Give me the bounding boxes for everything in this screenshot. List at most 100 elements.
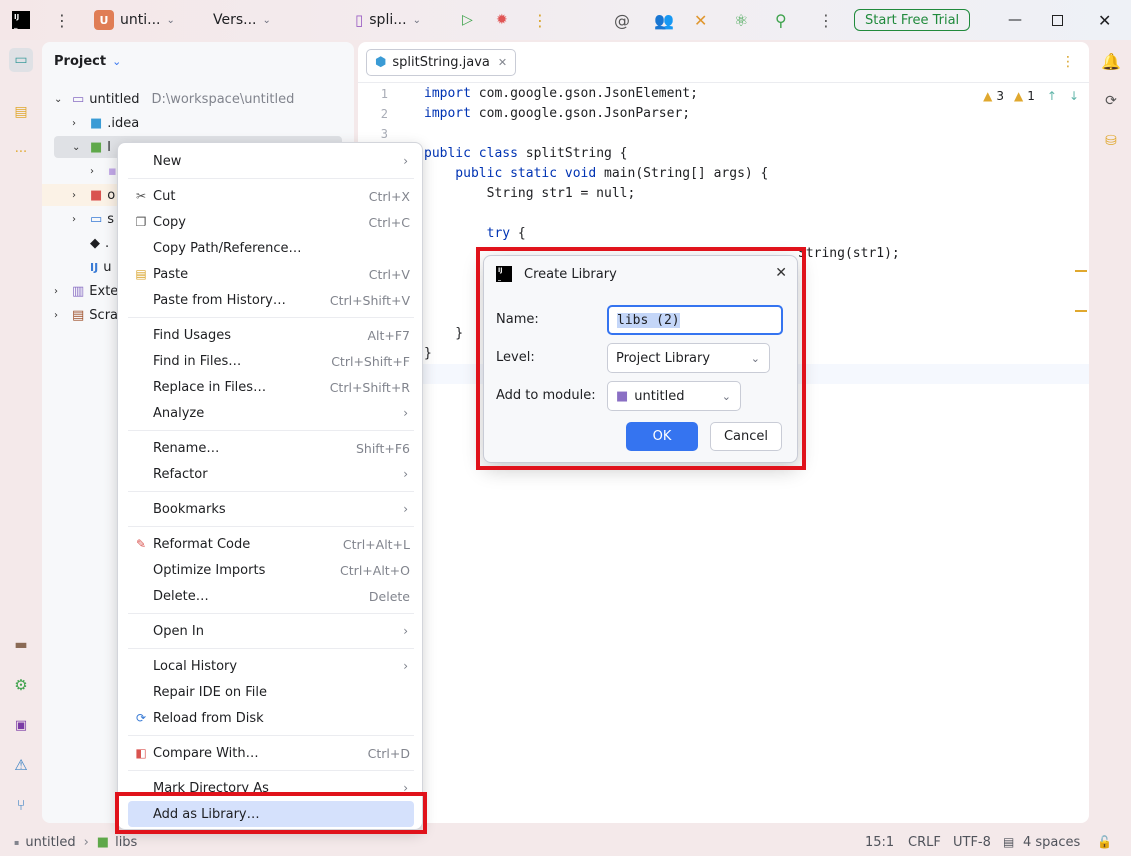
menu-item-delete[interactable]: Delete… Delete	[128, 583, 414, 609]
menu-item-repair-ide[interactable]: Repair IDE on File	[128, 679, 414, 705]
warning-marker[interactable]	[1075, 270, 1087, 272]
menu-shortcut: Ctrl+Alt+L	[342, 536, 410, 552]
database-icon[interactable]: ⛁	[1099, 129, 1123, 153]
left-tool-strip: ▭ ▤ ··· ▬ ⚙ ▣ ⚠ ⑂	[0, 40, 41, 828]
more-tools-icon[interactable]: ···	[9, 140, 33, 164]
project-switcher[interactable]: U unti... ⌄	[94, 0, 175, 40]
menu-item-optimize-imports[interactable]: Optimize Imports Ctrl+Alt+O	[128, 557, 414, 583]
menu-label: Paste from History…	[153, 292, 286, 308]
app-logo-icon[interactable]: IJ _	[12, 0, 30, 40]
code-line[interactable]: }	[424, 326, 463, 341]
warning-marker[interactable]	[1075, 310, 1087, 312]
tree-row-iml[interactable]: IJ u	[90, 255, 111, 279]
menu-item-local-history[interactable]: Local History ›	[128, 653, 414, 679]
code-line[interactable]: import com.google.gson.JsonParser;	[424, 106, 690, 121]
ai-chat-icon[interactable]: ⟳	[1099, 89, 1123, 113]
warning-icon: ▲	[983, 89, 993, 103]
submenu-arrow-icon: ›	[403, 624, 408, 638]
code-line[interactable]: import com.google.gson.JsonElement;	[424, 86, 698, 101]
menu-item-refactor[interactable]: Refactor ›	[128, 461, 414, 487]
menu-label: Reformat Code	[153, 536, 251, 552]
menu-item-compare-with[interactable]: ◧ Compare With… Ctrl+D	[128, 740, 414, 766]
arrow-up-icon[interactable]: ↑	[1047, 89, 1057, 103]
caret-position[interactable]: 15:1	[865, 835, 894, 850]
menu-item-analyze[interactable]: Analyze ›	[128, 400, 414, 426]
menu-shortcut: Ctrl+Shift+F	[331, 353, 410, 369]
file-encoding[interactable]: UTF-8	[953, 835, 991, 850]
tree-row-src[interactable]: › ▭ s	[72, 207, 114, 231]
run-icon[interactable]: ▷	[462, 0, 473, 40]
status-bar: ▪ untitled › ■ libs 15:1 CRLF UTF-8 ▤ 4 …	[0, 828, 1131, 856]
menu-label: Compare With…	[153, 745, 259, 761]
tab-splitstring[interactable]: ⬢ splitString.java ✕	[366, 49, 517, 76]
start-free-trial-button[interactable]: Start Free Trial	[854, 9, 971, 31]
vcs-widget[interactable]: Vers... ⌄	[213, 0, 271, 40]
code-line[interactable]: String str1 = null;	[424, 186, 636, 201]
run-config-selector[interactable]: ▯ spli... ⌄	[355, 0, 421, 40]
code-line[interactable]: }	[424, 346, 432, 361]
menu-item-find-in-files[interactable]: Find in Files… Ctrl+Shift+F	[128, 348, 414, 374]
tree-row-libs[interactable]: ⌄ ■ l	[72, 135, 111, 159]
more-icon[interactable]: ⋮	[818, 0, 834, 40]
arrow-down-icon[interactable]: ↓	[1069, 89, 1079, 103]
main-menu-icon[interactable]: ⋮	[54, 0, 70, 40]
menu-item-copy-path[interactable]: Copy Path/Reference…	[128, 235, 414, 261]
close-window-icon[interactable]: ✕	[1098, 0, 1111, 40]
menu-item-reload-from-disk[interactable]: ⟳ Reload from Disk	[128, 705, 414, 731]
menu-label: Copy Path/Reference…	[153, 240, 302, 256]
maximize-icon[interactable]	[1052, 0, 1063, 40]
code-with-me-icon[interactable]: @	[614, 0, 630, 40]
tree-row-idea[interactable]: › ■ .idea	[72, 111, 139, 135]
terminal-tool-icon[interactable]: ▣	[9, 713, 33, 737]
search-icon[interactable]: ⚲	[775, 0, 787, 40]
ai-assistant-icon[interactable]: ⚛	[734, 0, 748, 40]
breadcrumb-folder[interactable]: libs	[115, 835, 137, 850]
more-actions-icon[interactable]: ⋮	[532, 0, 548, 40]
close-tab-icon[interactable]: ✕	[498, 56, 507, 69]
code-line[interactable]: String(str1);	[798, 246, 900, 261]
dialog-highlight-box	[476, 247, 806, 470]
menu-item-copy[interactable]: ❐ Copy Ctrl+C	[128, 209, 414, 235]
collaboration-icon[interactable]: 👥	[654, 0, 674, 40]
settings-tool-icon[interactable]: ⚙	[9, 673, 33, 697]
menu-item-paste[interactable]: ▤ Paste Ctrl+V	[128, 261, 414, 287]
tree-path: D:\workspace\untitled	[151, 91, 295, 107]
menu-label: Replace in Files…	[153, 379, 267, 395]
menu-item-rename[interactable]: Rename… Shift+F6	[128, 435, 414, 461]
project-view-selector[interactable]: Project ⌄	[54, 54, 121, 69]
line-separator[interactable]: CRLF	[908, 835, 941, 850]
tree-row-external-libs[interactable]: › ▥ Exte	[54, 279, 118, 303]
tab-options-icon[interactable]: ⋮	[1061, 54, 1075, 70]
menu-item-paste-history[interactable]: Paste from History… Ctrl+Shift+V	[128, 287, 414, 313]
menu-item-new[interactable]: New ›	[128, 148, 414, 174]
menu-item-bookmarks[interactable]: Bookmarks ›	[128, 496, 414, 522]
build-tools-icon[interactable]: ✕	[694, 0, 707, 40]
minimize-icon[interactable]: —	[1008, 0, 1022, 40]
code-line[interactable]: public static void main(String[] args) {	[424, 166, 768, 181]
tree-row-gitignore[interactable]: ◆ .	[90, 231, 109, 255]
inspection-widget[interactable]: ▲ 3 ▲ 1 ↑ ↓	[983, 89, 1079, 103]
menu-item-find-usages[interactable]: Find Usages Alt+F7	[128, 322, 414, 348]
menu-item-cut[interactable]: ✂ Cut Ctrl+X	[128, 183, 414, 209]
menu-item-open-in[interactable]: Open In ›	[128, 618, 414, 644]
lock-icon[interactable]: 🔓	[1097, 835, 1112, 849]
tree-row-out[interactable]: › ■ o	[72, 183, 115, 207]
menu-shortcut: Ctrl+C	[368, 214, 410, 230]
structure-tool-icon[interactable]: ▤	[9, 100, 33, 124]
debug-icon[interactable]: ✹	[496, 0, 508, 40]
project-tool-icon[interactable]: ▭	[9, 48, 33, 72]
code-line[interactable]: try {	[424, 226, 526, 241]
breadcrumb-root[interactable]: untitled	[25, 835, 75, 850]
problems-tool-icon[interactable]: ⚠	[9, 753, 33, 777]
git-tool-icon[interactable]: ⑂	[9, 793, 33, 817]
line-number: 2	[380, 107, 388, 121]
tree-row-lib-child[interactable]: › ▪	[90, 159, 117, 183]
indent-setting[interactable]: 4 spaces	[1023, 835, 1080, 850]
tree-row-scratches[interactable]: › ▤ Scra	[54, 303, 118, 327]
notifications-icon[interactable]: 🔔	[1099, 49, 1123, 73]
services-tool-icon[interactable]: ▬	[9, 633, 33, 657]
menu-item-reformat-code[interactable]: ✎ Reformat Code Ctrl+Alt+L	[128, 531, 414, 557]
code-line[interactable]: public class splitString {	[424, 146, 628, 161]
menu-item-replace-in-files[interactable]: Replace in Files… Ctrl+Shift+R	[128, 374, 414, 400]
tree-row-root[interactable]: ⌄ ▭ untitled D:\workspace\untitled	[54, 87, 294, 111]
